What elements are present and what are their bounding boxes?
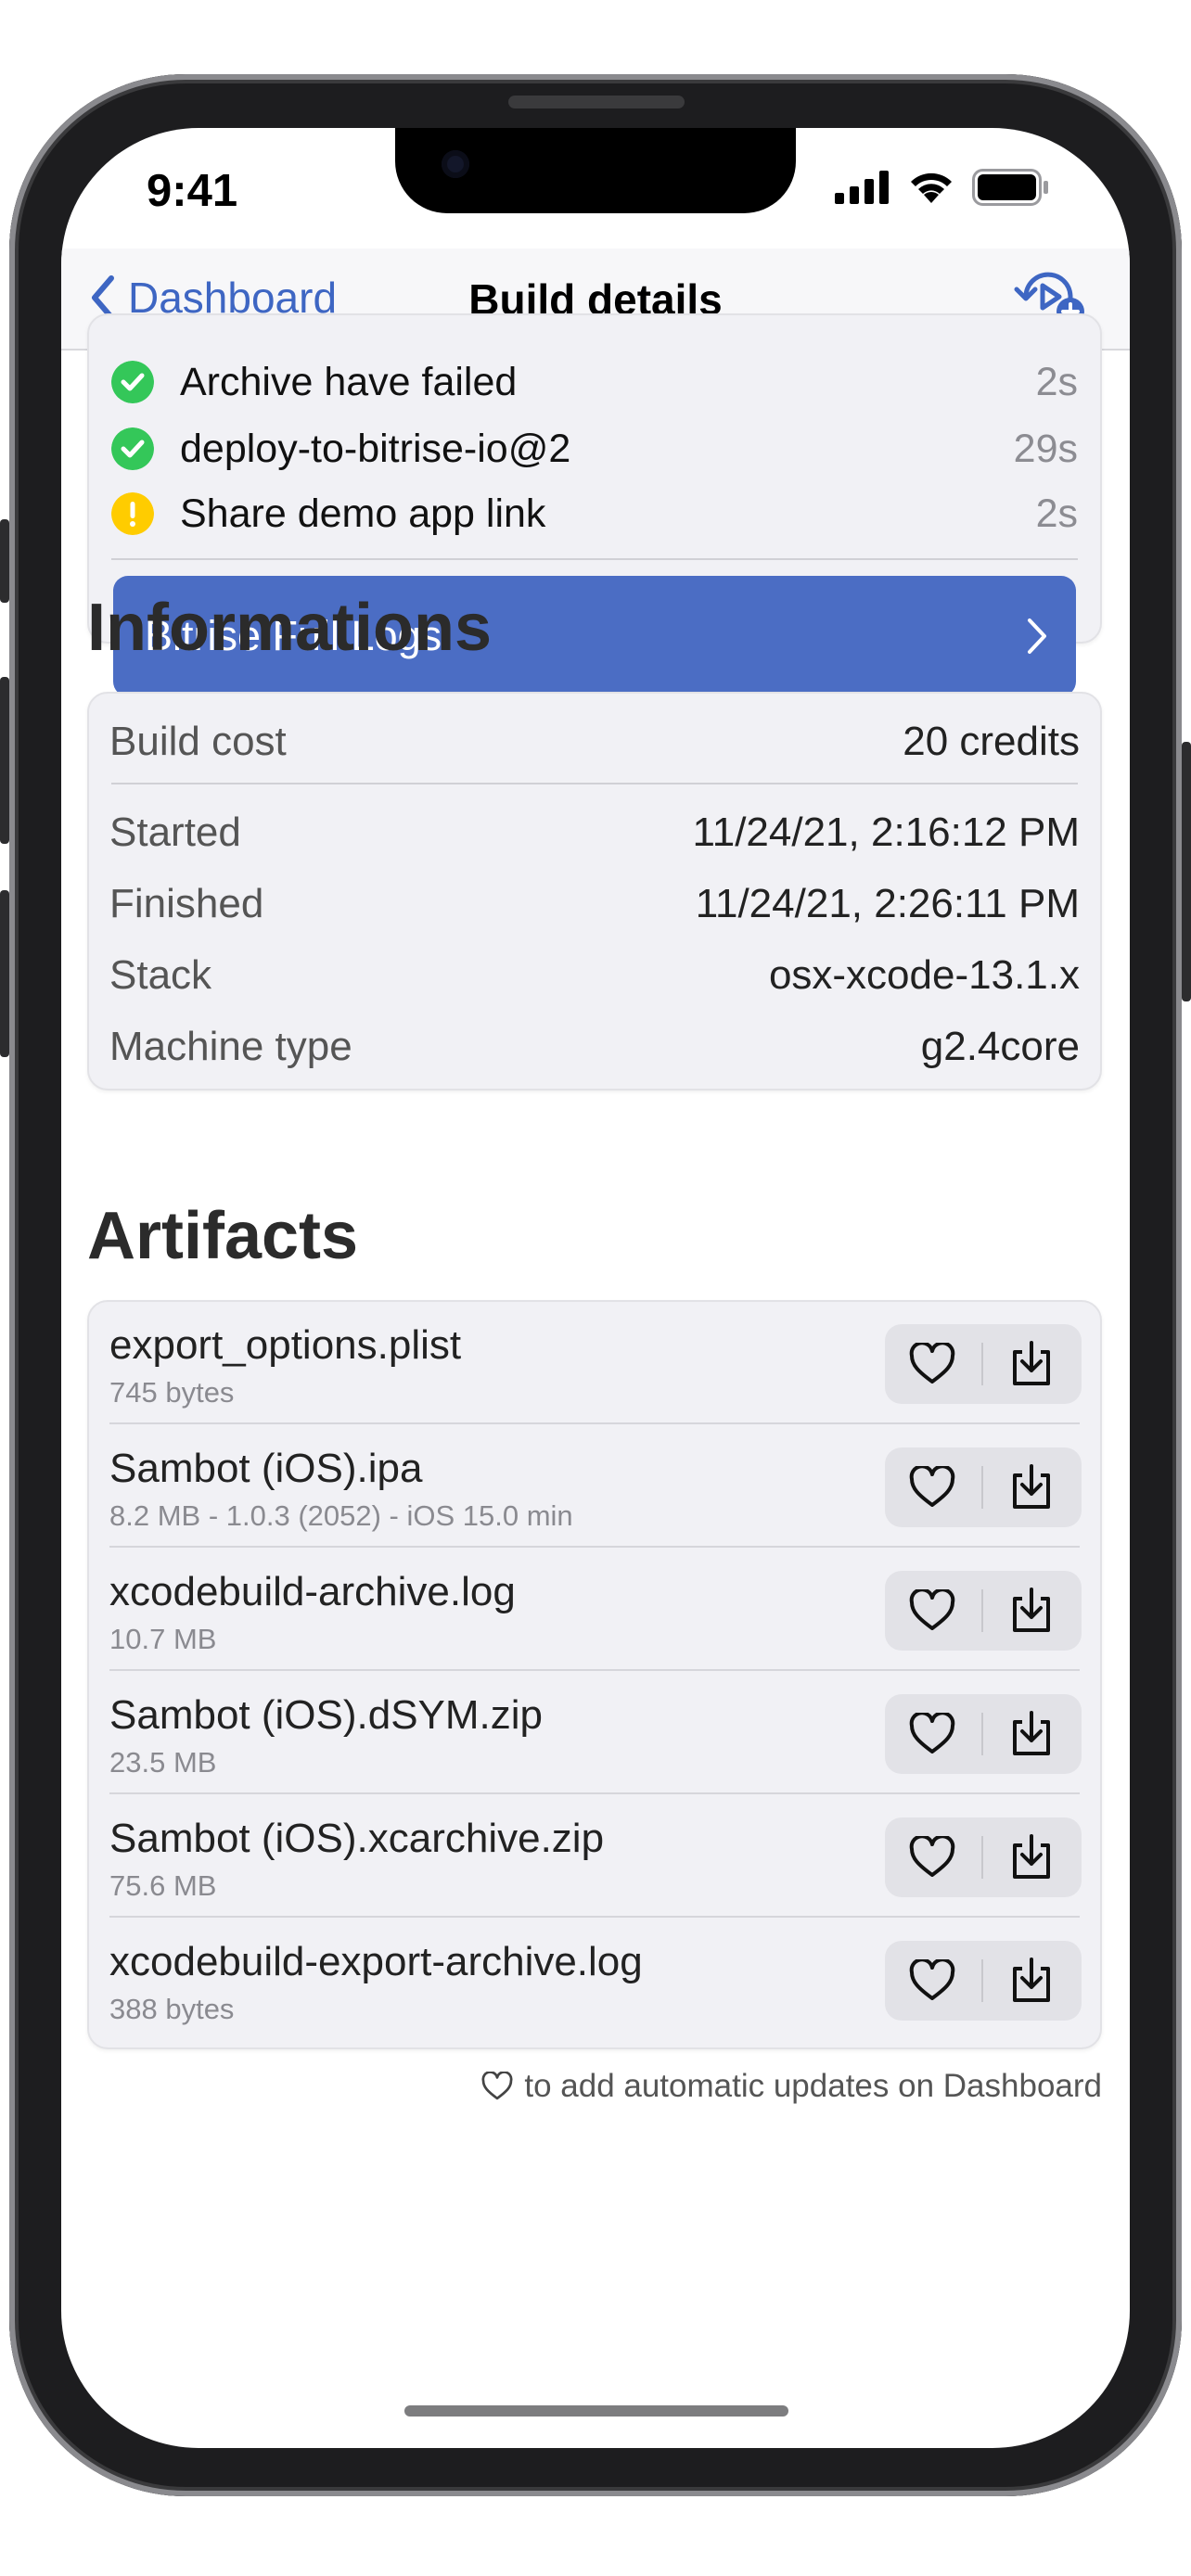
info-label: Build cost	[109, 719, 287, 764]
download-icon[interactable]	[1009, 1711, 1054, 1757]
artifact-actions	[885, 1694, 1082, 1774]
heart-icon	[481, 2072, 513, 2100]
wifi-icon	[911, 172, 952, 203]
success-check-icon	[111, 361, 154, 403]
step-duration: 29s	[1013, 426, 1078, 471]
screen: 9:41 Dashboard Build details Archive hav…	[61, 128, 1130, 2448]
chevron-right-icon	[1028, 618, 1046, 654]
artifact-meta: 75.6 MB	[109, 1869, 217, 1902]
artifact-actions	[885, 1571, 1082, 1651]
artifact-row[interactable]: Sambot (iOS).dSYM.zip 23.5 MB	[89, 1672, 1100, 1794]
heart-icon[interactable]	[909, 1466, 955, 1509]
artifact-actions	[885, 1324, 1082, 1404]
step-duration: 2s	[1035, 359, 1078, 404]
artifact-name: xcodebuild-archive.log	[109, 1569, 516, 1614]
info-row: Machine type g2.4core	[109, 1012, 1080, 1082]
info-value: 11/24/21, 2:26:11 PM	[695, 881, 1080, 926]
success-check-icon	[111, 427, 154, 470]
heart-icon[interactable]	[909, 1713, 955, 1755]
step-name: Archive have failed	[180, 359, 518, 404]
heart-icon[interactable]	[909, 1343, 955, 1385]
status-time: 9:41	[147, 166, 238, 216]
info-label: Stack	[109, 952, 212, 998]
artifact-meta: 23.5 MB	[109, 1746, 217, 1779]
artifacts-card: export_options.plist 745 bytes Sambot (i…	[87, 1300, 1102, 2049]
info-label: Started	[109, 810, 241, 855]
divider	[981, 1589, 983, 1632]
artifact-name: Sambot (iOS).ipa	[109, 1446, 423, 1491]
side-button-power	[1182, 742, 1191, 1001]
artifact-name: xcodebuild-export-archive.log	[109, 1939, 643, 1984]
heart-icon[interactable]	[909, 1836, 955, 1879]
info-value: g2.4core	[920, 1024, 1080, 1069]
artifact-row[interactable]: Sambot (iOS).xcarchive.zip 75.6 MB	[89, 1795, 1100, 1918]
artifact-row[interactable]: xcodebuild-export-archive.log 388 bytes	[89, 1919, 1100, 2041]
warning-icon	[111, 492, 154, 535]
cellular-signal-icon	[835, 171, 889, 204]
divider	[981, 1343, 983, 1385]
divider	[109, 1916, 1080, 1918]
artifact-name: Sambot (iOS).dSYM.zip	[109, 1692, 544, 1738]
artifact-row[interactable]: Sambot (iOS).ipa 8.2 MB - 1.0.3 (2052) -…	[89, 1425, 1100, 1548]
download-icon[interactable]	[1009, 1958, 1054, 2004]
build-step-row[interactable]: deploy-to-bitrise-io@2 29s	[89, 415, 1100, 482]
home-indicator[interactable]	[404, 2405, 788, 2417]
info-label: Finished	[109, 881, 264, 926]
informations-card: Build cost 20 credits Started 11/24/21, …	[87, 692, 1102, 1090]
artifact-meta: 745 bytes	[109, 1376, 235, 1409]
divider	[981, 1466, 983, 1509]
info-row: Started 11/24/21, 2:16:12 PM	[109, 797, 1080, 868]
footnote-text: to add automatic updates on Dashboard	[524, 2068, 1102, 2104]
info-row: Stack osx-xcode-13.1.x	[109, 940, 1080, 1011]
informations-heading: Informations	[87, 591, 493, 665]
divider	[111, 783, 1078, 784]
heart-icon[interactable]	[909, 1589, 955, 1632]
divider	[981, 1713, 983, 1755]
download-icon[interactable]	[1009, 1834, 1054, 1881]
artifact-row[interactable]: export_options.plist 745 bytes	[89, 1302, 1100, 1424]
side-button-silent	[0, 519, 9, 603]
artifact-row[interactable]: xcodebuild-archive.log 10.7 MB	[89, 1549, 1100, 1671]
status-icons	[835, 169, 1050, 206]
build-cost-row: Build cost 20 credits	[109, 707, 1080, 777]
info-value: 11/24/21, 2:16:12 PM	[692, 810, 1080, 855]
artifact-actions	[885, 1817, 1082, 1897]
download-icon[interactable]	[1009, 1588, 1054, 1634]
download-icon[interactable]	[1009, 1464, 1054, 1511]
step-duration: 2s	[1035, 491, 1078, 536]
artifact-actions	[885, 1941, 1082, 2021]
side-button-volume-down	[0, 890, 9, 1057]
artifact-meta: 8.2 MB - 1.0.3 (2052) - iOS 15.0 min	[109, 1499, 573, 1532]
download-icon[interactable]	[1009, 1341, 1054, 1387]
artifact-actions	[885, 1447, 1082, 1527]
footnote: to add automatic updates on Dashboard	[481, 2068, 1102, 2105]
notch	[395, 128, 796, 213]
artifact-meta: 10.7 MB	[109, 1623, 217, 1655]
divider	[109, 1422, 1080, 1424]
artifact-name: export_options.plist	[109, 1322, 462, 1368]
step-name: deploy-to-bitrise-io@2	[180, 426, 571, 471]
earpiece-speaker	[508, 96, 685, 108]
info-value: osx-xcode-13.1.x	[768, 952, 1080, 998]
divider	[109, 1792, 1080, 1794]
info-label: Machine type	[109, 1024, 352, 1069]
build-step-row[interactable]: Share demo app link 2s	[89, 480, 1100, 547]
divider	[981, 1959, 983, 2002]
info-value: 20 credits	[903, 719, 1080, 764]
side-button-volume-up	[0, 677, 9, 844]
divider	[109, 1546, 1080, 1548]
divider	[111, 558, 1078, 560]
step-name: Share demo app link	[180, 491, 546, 536]
info-row: Finished 11/24/21, 2:26:11 PM	[109, 869, 1080, 939]
divider	[981, 1836, 983, 1879]
artifacts-heading: Artifacts	[87, 1199, 359, 1273]
battery-icon	[972, 169, 1048, 206]
divider	[109, 1669, 1080, 1671]
front-camera	[442, 150, 469, 178]
artifact-meta: 388 bytes	[109, 1993, 235, 2025]
heart-icon[interactable]	[909, 1959, 955, 2002]
artifact-name: Sambot (iOS).xcarchive.zip	[109, 1816, 605, 1861]
build-step-row[interactable]: Archive have failed 2s	[89, 349, 1100, 415]
